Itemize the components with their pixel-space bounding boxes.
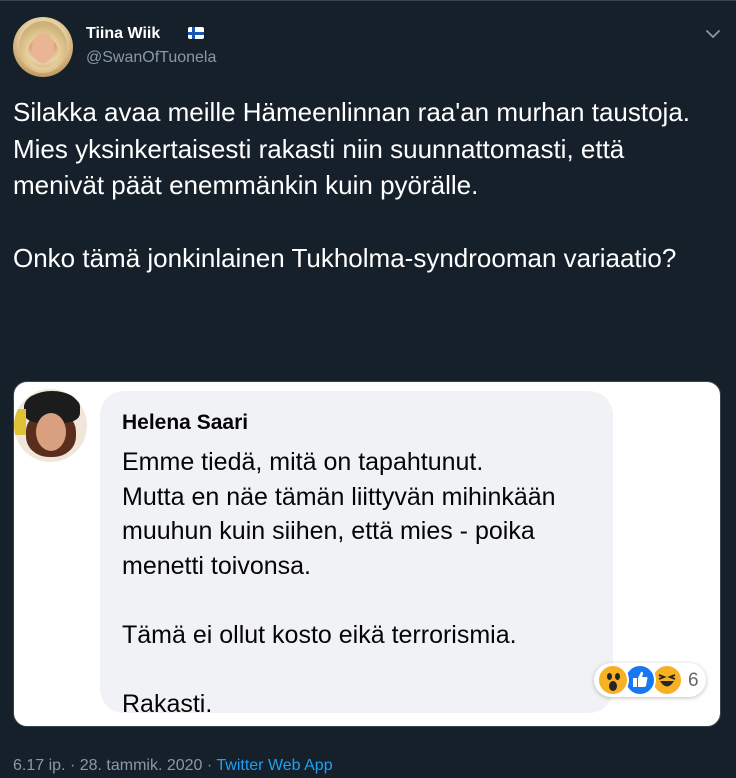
tweet-date[interactable]: 28. tammik. 2020 xyxy=(80,757,203,774)
comment-bubble: Helena Saari Emme tiedä, mitä on tapahtu… xyxy=(100,391,613,718)
wow-icon xyxy=(597,664,629,696)
commenter-name: Helena Saari xyxy=(122,411,249,434)
author-display-name[interactable]: Tiina Wiik xyxy=(86,25,160,43)
tweet-text: Silakka avaa meille Hämeenlinnan raa'an … xyxy=(13,97,691,273)
chevron-down-icon[interactable] xyxy=(703,24,723,44)
tweet-media-image[interactable]: Helena Saari Emme tiedä, mitä on tapahtu… xyxy=(13,381,721,727)
comment-text: Emme tiedä, mitä on tapahtunut. Mutta en… xyxy=(122,448,556,718)
tweet-metadata: 6.17 ip. · 28. tammik. 2020 · Twitter We… xyxy=(13,757,333,775)
commenter-avatar xyxy=(14,389,87,462)
separator: · xyxy=(69,757,76,774)
author-avatar[interactable] xyxy=(13,17,73,77)
tweet-time[interactable]: 6.17 ip. xyxy=(13,757,65,774)
tweet-source-link[interactable]: Twitter Web App xyxy=(216,757,332,774)
top-border xyxy=(0,0,736,1)
finland-flag-icon xyxy=(188,27,204,39)
author-handle[interactable]: @SwanOfTuonela xyxy=(86,49,216,67)
reactions-summary: 6 xyxy=(594,663,706,697)
separator: · xyxy=(206,757,213,774)
reaction-count: 6 xyxy=(688,670,699,691)
